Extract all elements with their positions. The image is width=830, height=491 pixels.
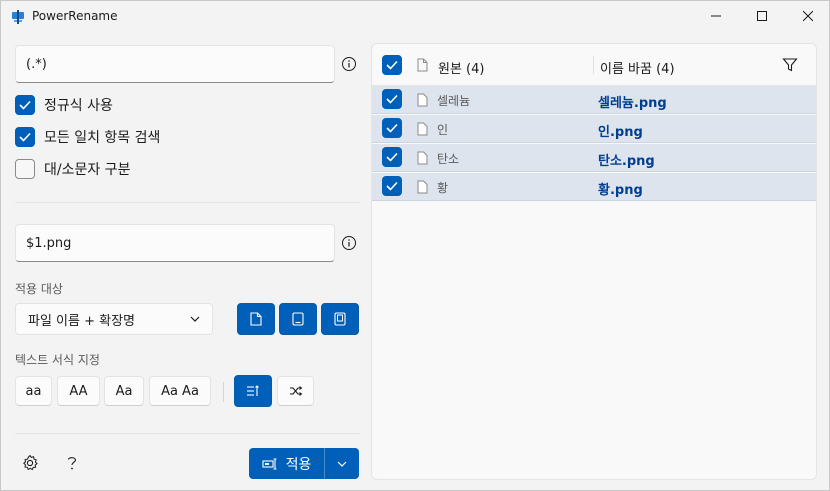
checkmark-icon	[386, 152, 398, 162]
include-folders-toggle[interactable]	[279, 303, 317, 335]
search-value: (.*)	[26, 56, 47, 72]
use-regex-option[interactable]: 정규식 사용	[15, 94, 113, 116]
original-name: 셀레늄	[437, 94, 471, 108]
case-sensitive-checkbox[interactable]	[15, 159, 35, 179]
include-files-toggle[interactable]	[237, 303, 275, 335]
divider	[15, 433, 361, 434]
uppercase-button[interactable]: AA	[57, 376, 100, 406]
original-name: 인	[437, 123, 449, 137]
apply-options-button[interactable]	[325, 448, 359, 479]
divider	[15, 202, 361, 203]
shuffle-icon	[289, 386, 302, 396]
title-case-button[interactable]: Aa Aa	[149, 376, 211, 406]
search-input[interactable]: (.*)	[15, 45, 335, 83]
replace-input[interactable]: $1.png	[15, 224, 335, 262]
rename-icon	[262, 458, 277, 469]
lowercase-button[interactable]: aa	[15, 376, 52, 406]
match-all-option[interactable]: 모든 일치 항목 검색	[15, 126, 160, 148]
apply-to-selected: 파일 이름 + 확장명	[28, 313, 136, 329]
maximize-button[interactable]	[739, 1, 785, 31]
case-sensitive-option[interactable]: 대/소문자 구분	[15, 158, 130, 180]
close-icon	[803, 11, 813, 21]
file-icon	[250, 312, 262, 326]
folder-icon	[292, 312, 304, 326]
randomize-toggle[interactable]	[277, 376, 314, 406]
file-icon	[417, 180, 428, 194]
file-row[interactable]: 인 인.png	[372, 115, 816, 143]
file-icon	[417, 122, 428, 136]
original-name: 황	[437, 181, 449, 195]
case-sensitive-label: 대/소문자 구분	[44, 162, 131, 178]
checkmark-icon	[19, 132, 31, 142]
file-row[interactable]: 황 황.png	[372, 173, 816, 201]
file-icon	[417, 151, 428, 165]
file-icon	[417, 93, 428, 107]
filter-icon[interactable]	[782, 57, 798, 73]
apply-to-dropdown[interactable]: 파일 이름 + 확장명	[15, 303, 213, 335]
column-separator	[593, 56, 594, 74]
checkmark-icon	[386, 60, 398, 70]
file-row[interactable]: 탄소 탄소.png	[372, 144, 816, 172]
row-checkbox[interactable]	[382, 89, 402, 109]
title-bar: PowerRename	[1, 1, 829, 33]
settings-icon	[23, 454, 38, 471]
apply-button[interactable]: 적용	[249, 448, 324, 479]
minimize-button[interactable]	[693, 1, 739, 31]
original-name: 탄소	[437, 152, 460, 166]
chevron-down-icon	[337, 461, 347, 467]
subfolder-icon	[334, 312, 346, 326]
replace-value: $1.png	[26, 235, 72, 251]
checkmark-icon	[386, 94, 398, 104]
sentence-case-button[interactable]: Aa	[104, 376, 144, 406]
renamed-column-header[interactable]: 이름 바꿈 (4)	[600, 58, 675, 77]
settings-button[interactable]	[16, 449, 44, 477]
select-all-checkbox[interactable]	[382, 55, 402, 75]
enumerate-icon	[247, 385, 259, 396]
chevron-down-icon	[190, 316, 200, 322]
match-all-label: 모든 일치 항목 검색	[44, 130, 161, 146]
checkmark-icon	[19, 100, 31, 110]
match-all-checkbox[interactable]	[15, 127, 35, 147]
row-checkbox[interactable]	[382, 176, 402, 196]
apply-label: 적용	[285, 456, 312, 473]
powerrename-window: PowerRename (.*) 정규식 사용 모든 일치 항목 검색 대/소문…	[0, 0, 830, 491]
renamed-name: 황.png	[598, 183, 643, 198]
help-button[interactable]	[58, 449, 86, 477]
use-regex-label: 정규식 사용	[44, 98, 113, 114]
row-checkbox[interactable]	[382, 147, 402, 167]
checkmark-icon	[386, 123, 398, 133]
vertical-separator	[223, 382, 224, 402]
use-regex-checkbox[interactable]	[15, 95, 35, 115]
info-icon[interactable]	[341, 56, 357, 72]
apply-split-button[interactable]: 적용	[249, 448, 359, 479]
minimize-icon	[711, 15, 721, 17]
app-icon	[12, 10, 24, 24]
checkmark-icon	[386, 181, 398, 191]
renamed-name: 셀레늄.png	[598, 96, 667, 111]
file-list-header: 원본 (4) 이름 바꿈 (4)	[372, 44, 816, 86]
close-button[interactable]	[785, 1, 830, 31]
maximize-icon	[757, 11, 767, 21]
renamed-name: 탄소.png	[598, 154, 655, 169]
row-checkbox[interactable]	[382, 118, 402, 138]
apply-to-label: 적용 대상	[15, 282, 63, 296]
help-icon	[67, 457, 77, 470]
file-icon	[417, 58, 428, 72]
info-icon[interactable]	[341, 235, 357, 251]
include-subfolders-toggle[interactable]	[321, 303, 359, 335]
renamed-name: 인.png	[598, 125, 643, 140]
file-row[interactable]: 셀레늄 셀레늄.png	[372, 86, 816, 114]
file-list-panel: 원본 (4) 이름 바꿈 (4) 셀레늄 셀레늄.png 인 인.png 탄소 …	[371, 43, 817, 480]
window-title: PowerRename	[32, 9, 118, 23]
text-format-label: 텍스트 서식 지정	[15, 353, 100, 367]
enumerate-toggle[interactable]	[234, 375, 272, 407]
original-column-header[interactable]: 원본 (4)	[438, 58, 484, 77]
